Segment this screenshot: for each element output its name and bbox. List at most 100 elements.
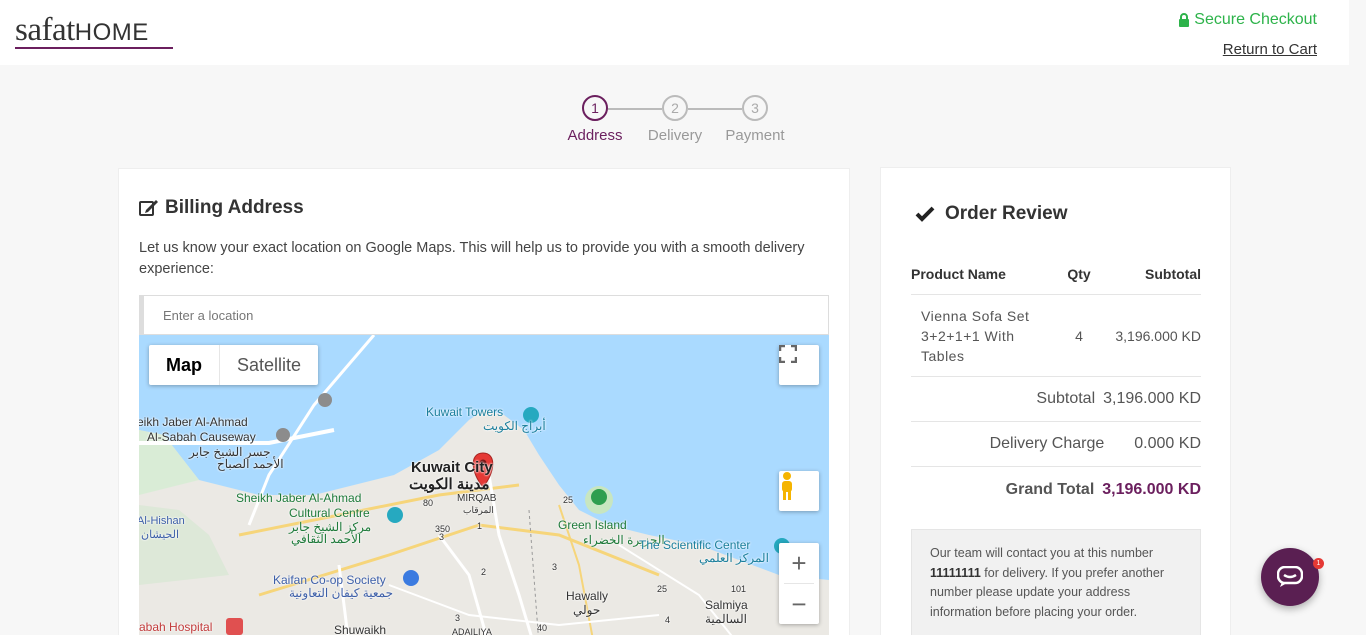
logo-main-text: safat: [15, 12, 75, 48]
map-label: Al-Hishan: [139, 515, 185, 527]
billing-address-panel: Billing Address Let us know your exact l…: [118, 168, 850, 635]
billing-description: Let us know your exact location on Googl…: [139, 240, 805, 277]
road-number: 80: [423, 498, 434, 508]
lock-icon: [1179, 13, 1190, 27]
col-subtotal: Subtotal: [1145, 266, 1201, 282]
billing-title-text: Billing Address: [165, 197, 304, 218]
road-number: 4: [665, 615, 671, 625]
map-label: الأحمد الثقافي: [291, 532, 362, 546]
map-label: السالمية: [705, 612, 747, 626]
subtotal-label: Subtotal: [1036, 390, 1096, 407]
col-qty: Qty: [1067, 266, 1091, 282]
map-label: أبراج الكويت: [483, 419, 546, 433]
map-label: ADAILIYA: [452, 627, 492, 635]
grand-total-label: Grand Total: [1005, 480, 1095, 498]
grand-total-row: Grand Total 3,196.000 KD: [911, 467, 1201, 512]
map-label: مدينة الكويت: [409, 476, 490, 493]
map-label: الأحمد الصباح: [217, 457, 284, 471]
chat-icon: [1277, 566, 1303, 587]
map-label: الحيشان: [141, 529, 180, 541]
fullscreen-button[interactable]: [779, 345, 819, 385]
google-map[interactable]: Map Satellite + − eikh Jaber Al-Ahmad Al…: [139, 335, 829, 635]
billing-title: Billing Address: [139, 197, 304, 219]
pegman-icon: [782, 472, 792, 500]
road-number: 2: [481, 567, 487, 577]
road-number: 25: [657, 584, 668, 594]
map-label: جمعية كيفان التعاونية: [289, 586, 393, 600]
step-label: Delivery: [647, 127, 703, 144]
checkout-steps: 1 Address 2 Delivery 3 Payment: [560, 95, 800, 150]
checkmark-icon: [915, 206, 935, 222]
map-label: Sheikh Jaber Al-Ahmad: [236, 491, 362, 505]
item-qty: 4: [1075, 327, 1083, 344]
order-review-panel: Order Review Product Name Qty Subtotal V…: [880, 167, 1231, 635]
map-label: المركز العلمي: [699, 551, 769, 565]
item-name: Vienna Sofa Set 3+2+1+1 With Tables: [921, 307, 1030, 364]
map-label: MIRQAB: [457, 493, 497, 504]
road-number: 3: [455, 613, 461, 623]
road-number: 3: [552, 562, 558, 572]
map-label: The Scientific Center: [639, 538, 751, 552]
zoom-in-button[interactable]: +: [779, 543, 819, 583]
zoom-control: + −: [779, 543, 819, 624]
order-table-header: Product Name Qty Subtotal: [911, 266, 1201, 295]
road-number: 1: [477, 521, 483, 531]
street-view-pegman[interactable]: [779, 471, 819, 511]
map-label: Kaifan Co-op Society: [273, 573, 386, 587]
fullscreen-icon: [779, 345, 797, 363]
subtotal-row: Subtotal 3,196.000 KD: [911, 377, 1201, 422]
table-row: Vienna Sofa Set 3+2+1+1 With Tables 4 3,…: [911, 295, 1201, 377]
map-label: Green Island: [558, 518, 627, 532]
road-number: 40: [537, 623, 548, 633]
delivery-charge-row: Delivery Charge 0.000 KD: [911, 422, 1201, 467]
logo-underline: [15, 47, 173, 49]
road-number: 101: [731, 584, 747, 594]
return-to-cart-link[interactable]: Return to Cart: [1223, 41, 1317, 58]
map-label: Salmiya: [705, 598, 748, 612]
step-number: 2: [662, 95, 688, 121]
map-view-button[interactable]: Map: [149, 345, 220, 385]
road-number: 3: [439, 532, 445, 542]
secure-checkout: Secure Checkout: [1178, 11, 1317, 29]
satellite-view-button[interactable]: Satellite: [220, 345, 318, 385]
map-label: حولي: [573, 603, 601, 617]
map-label: Hawally: [566, 589, 609, 603]
map-label: Kuwait City: [411, 459, 493, 476]
grand-total-value: 3,196.000 KD: [1102, 480, 1201, 498]
delivery-label: Delivery Charge: [989, 435, 1105, 452]
zoom-out-button[interactable]: −: [779, 584, 819, 624]
order-title-text: Order Review: [945, 203, 1068, 224]
map-label: eikh Jaber Al-Ahmad: [139, 415, 248, 429]
location-search-input[interactable]: [139, 295, 829, 335]
item-subtotal: 3,196.000 KD: [1115, 327, 1201, 344]
map-label: abah Hospital: [139, 620, 213, 634]
map-label: Shuwaikh: [334, 623, 387, 635]
chat-notification-badge: 1: [1313, 558, 1324, 569]
map-label: Al-Sabah Causeway: [147, 430, 256, 444]
delivery-value: 0.000 KD: [1134, 435, 1201, 452]
map-type-control: Map Satellite: [149, 345, 319, 385]
site-header: safat HOME Secure Checkout Return to Car…: [0, 0, 1349, 65]
order-review-title: Order Review: [915, 203, 1068, 225]
step-delivery[interactable]: 2 Delivery: [640, 95, 710, 144]
secure-checkout-label: Secure Checkout: [1194, 11, 1317, 28]
step-payment[interactable]: 3 Payment: [720, 95, 790, 144]
chat-widget-button[interactable]: [1261, 548, 1319, 606]
step-label: Address: [567, 127, 623, 144]
road-number: 25: [563, 495, 574, 505]
contact-notice: Our team will contact you at this number…: [911, 529, 1201, 635]
step-number: 3: [742, 95, 768, 121]
notice-phone: 11111111: [930, 565, 981, 580]
notice-text-pre: Our team will contact you at this number: [930, 546, 1154, 560]
step-number: 1: [582, 95, 608, 121]
order-table: Product Name Qty Subtotal Vienna Sofa Se…: [911, 266, 1201, 512]
subtotal-value: 3,196.000 KD: [1103, 390, 1201, 407]
col-product-name: Product Name: [911, 266, 1006, 282]
logo-sub-text: HOME: [74, 19, 149, 46]
step-label: Payment: [725, 127, 785, 144]
map-label: المرقاب: [463, 505, 494, 515]
edit-icon: [139, 200, 158, 216]
map-label: Cultural Centre: [289, 506, 370, 520]
step-address[interactable]: 1 Address: [560, 95, 630, 144]
safat-home-logo[interactable]: safat HOME: [15, 12, 173, 50]
